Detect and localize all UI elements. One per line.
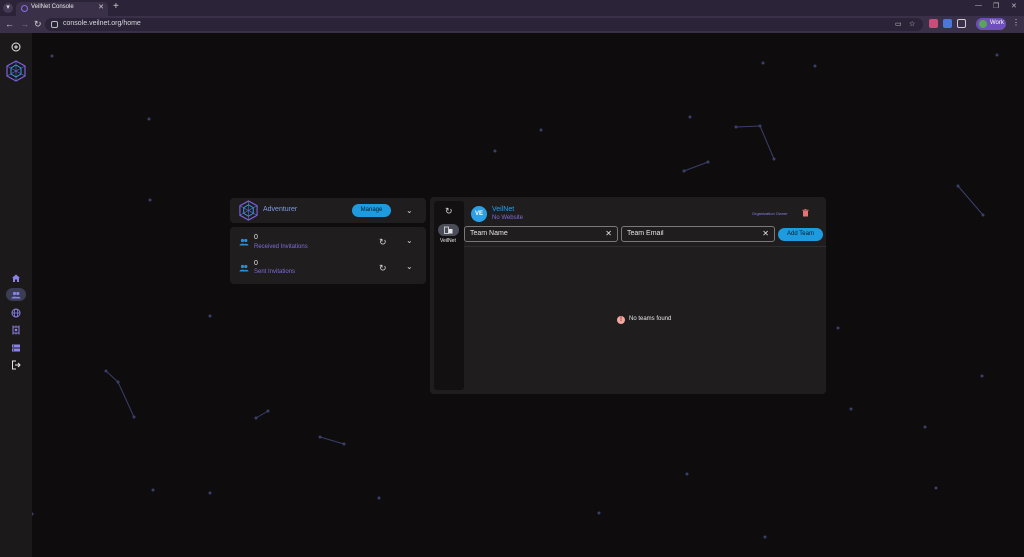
organization-avatar: VE xyxy=(471,206,487,222)
error-alert-icon: ! xyxy=(617,316,625,324)
invitations-card xyxy=(230,227,426,284)
rail-organization-label: VeilNet xyxy=(440,238,456,244)
add-team-button[interactable]: Add Team xyxy=(778,228,823,241)
team-name-input[interactable] xyxy=(470,230,590,237)
sidebar-item-people[interactable] xyxy=(6,288,26,301)
profile-label: Work xyxy=(990,20,1004,26)
address-bar[interactable]: console.veilnet.org/home ▭ ☆ xyxy=(45,18,923,31)
received-invitations-count: 0 xyxy=(254,234,258,241)
tab-close-icon[interactable]: ✕ xyxy=(98,3,104,11)
organization-website: No Website xyxy=(492,215,523,221)
sidebar-item-globe[interactable] xyxy=(6,306,26,319)
url-text[interactable]: console.veilnet.org/home xyxy=(63,20,141,27)
home-icon xyxy=(12,274,20,282)
plus-circle-icon xyxy=(11,42,21,51)
people-icon xyxy=(11,291,21,298)
people-icon xyxy=(239,264,249,272)
site-info-icon[interactable] xyxy=(51,21,58,28)
sidebar-logo[interactable] xyxy=(5,60,27,82)
bookmark-star-icon[interactable]: ☆ xyxy=(909,20,915,28)
clear-team-name-icon[interactable]: ✕ xyxy=(605,229,612,238)
profile-avatar xyxy=(979,20,987,28)
tab-title: VeilNet Console xyxy=(31,4,74,10)
profile-button[interactable]: Work xyxy=(976,18,1006,30)
forward-icon[interactable]: → xyxy=(20,19,29,29)
team-name-field[interactable]: ✕ xyxy=(464,226,618,242)
organization-role-label: Organization Owner xyxy=(752,211,788,216)
cast-icon[interactable]: ▭ xyxy=(895,20,902,28)
sidebar-item-server[interactable] xyxy=(6,341,26,354)
minimize-icon[interactable]: — xyxy=(975,2,982,9)
building-icon xyxy=(444,226,453,234)
chip-icon xyxy=(12,325,20,334)
people-icon xyxy=(239,238,249,246)
logout-icon xyxy=(12,360,21,369)
rail-organization-item[interactable] xyxy=(438,224,459,236)
received-expand-chevron-icon[interactable]: ⌄ xyxy=(406,236,413,245)
tab-favicon-icon xyxy=(21,5,28,12)
browser-toolbar: ← → ↻ console.veilnet.org/home ▭ ☆ Work … xyxy=(0,16,1024,33)
received-invitations-label: Received Invitations xyxy=(254,244,308,250)
organization-name: VeilNet xyxy=(492,206,515,213)
veilnet-logo xyxy=(6,60,26,82)
sidebar-item-chip[interactable] xyxy=(6,323,26,336)
sent-invitations-label: Sent Invitations xyxy=(254,269,296,275)
back-icon[interactable]: ← xyxy=(5,19,14,29)
new-tab-icon[interactable]: + xyxy=(113,1,119,12)
browser-menu-icon[interactable]: ⋮ xyxy=(1012,18,1020,27)
manage-button[interactable]: Manage xyxy=(352,204,391,217)
sent-expand-chevron-icon[interactable]: ⌄ xyxy=(406,262,413,271)
refresh-received-icon[interactable]: ↻ xyxy=(379,237,387,248)
account-avatar-logo xyxy=(239,200,258,221)
browser-tab[interactable]: VeilNet Console ✕ xyxy=(16,2,108,16)
window-close-icon[interactable]: ✕ xyxy=(1011,2,1017,10)
team-email-field[interactable]: ✕ xyxy=(621,226,775,242)
reload-icon[interactable]: ↻ xyxy=(34,19,42,30)
extension-icon[interactable] xyxy=(943,19,952,28)
tab-search-icon[interactable]: ▾ xyxy=(3,3,13,13)
browser-tab-strip: ▾ VeilNet Console ✕ + — ❐ ✕ xyxy=(0,0,1024,16)
extension-icon[interactable] xyxy=(929,19,938,28)
clear-team-email-icon[interactable]: ✕ xyxy=(762,229,769,238)
panel-divider xyxy=(464,246,826,247)
sidebar-item-logout[interactable] xyxy=(6,358,26,371)
account-expand-chevron-icon[interactable]: ⌄ xyxy=(406,206,413,215)
server-icon xyxy=(12,344,20,351)
delete-icon[interactable] xyxy=(802,209,809,217)
extensions-puzzle-icon[interactable] xyxy=(957,19,966,28)
empty-teams-message: No teams found xyxy=(629,316,672,322)
refresh-sent-icon[interactable]: ↻ xyxy=(379,263,387,274)
sidebar-item-add[interactable] xyxy=(6,40,26,53)
sent-invitations-count: 0 xyxy=(254,260,258,267)
globe-icon xyxy=(11,308,21,317)
account-name: Adventurer xyxy=(263,206,298,213)
account-card xyxy=(230,198,426,223)
team-email-input[interactable] xyxy=(627,230,747,237)
restore-icon[interactable]: ❐ xyxy=(993,2,999,10)
refresh-organizations-icon[interactable]: ↻ xyxy=(445,206,453,217)
sidebar-item-home[interactable] xyxy=(6,271,26,284)
